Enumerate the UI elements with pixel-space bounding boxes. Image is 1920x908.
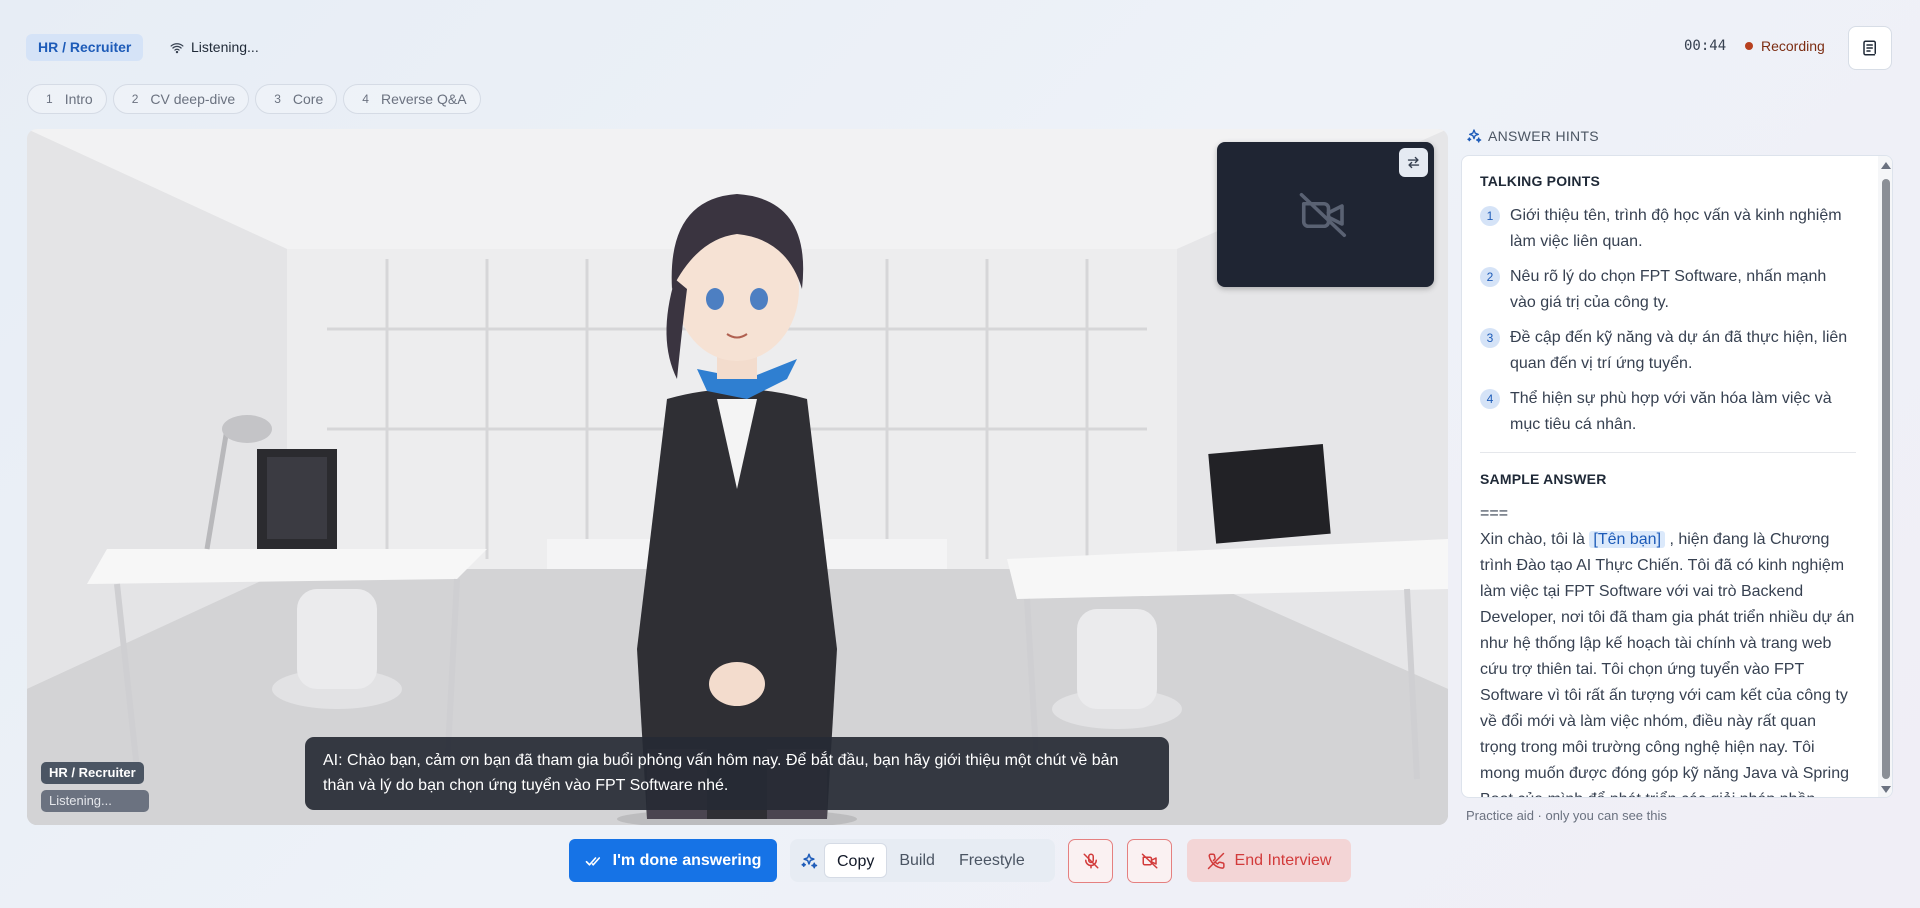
phone-off-icon: [1207, 852, 1225, 869]
sample-intro: Xin chào, tôi là: [1480, 531, 1590, 548]
interviewer-video-stage: HR / Recruiter Listening... AI: Chào bạn…: [27, 129, 1448, 825]
talking-point-text: Thể hiện sự phù hợp với văn hóa làm việc…: [1510, 390, 1832, 433]
talking-point: 1 Giới thiệu tên, trình độ học vấn và ki…: [1480, 203, 1856, 255]
step-number: 1: [46, 92, 53, 106]
scroll-down-arrow-icon[interactable]: [1881, 786, 1891, 793]
listening-label: Listening...: [191, 39, 259, 55]
mute-mic-button[interactable]: [1068, 839, 1113, 883]
mode-freestyle[interactable]: Freestyle: [947, 843, 1037, 878]
timer: 00:44: [1684, 38, 1727, 54]
answer-hints-header: ANSWER HINTS: [1466, 128, 1599, 144]
name-placeholder: [Tên bạn]: [1589, 531, 1666, 548]
listening-status: Listening...: [162, 34, 267, 61]
step-label: Reverse Q&A: [380, 91, 467, 107]
toggle-camera-button[interactable]: [1127, 839, 1172, 883]
sample-body: , hiện đang là Chương trình Đào tạo AI T…: [1480, 531, 1855, 797]
step-cv-deep-dive[interactable]: 2 CV deep-dive: [112, 84, 250, 114]
section-divider: [1480, 452, 1856, 453]
done-answering-label: I'm done answering: [612, 851, 762, 869]
hints-scroll-area[interactable]: TALKING POINTS 1 Giới thiệu tên, trình đ…: [1462, 156, 1874, 797]
role-badge: HR / Recruiter: [26, 34, 144, 61]
stage-status-tag: Listening...: [41, 790, 149, 812]
scroll-up-arrow-icon[interactable]: [1881, 162, 1891, 169]
sample-answer-title: SAMPLE ANSWER: [1480, 471, 1607, 487]
step-number: 3: [274, 92, 281, 106]
sample-separator: ===: [1480, 505, 1509, 522]
hints-scrollbar[interactable]: [1878, 156, 1892, 797]
mode-build[interactable]: Build: [887, 843, 947, 878]
talking-point: 2 Nêu rõ lý do chọn FPT Software, nhấn m…: [1480, 264, 1856, 316]
step-label: CV deep-dive: [150, 91, 236, 107]
talking-point: 4 Thể hiện sự phù hợp với văn hóa làm vi…: [1480, 386, 1856, 438]
swap-camera-button[interactable]: [1399, 148, 1428, 177]
notes-button[interactable]: [1848, 26, 1892, 70]
mic-off-icon: [1083, 853, 1098, 869]
talking-point: 3 Đề cập đến kỹ năng và dự án đã thực hi…: [1480, 325, 1856, 377]
talking-point-text: Giới thiệu tên, trình độ học vấn và kinh…: [1510, 207, 1842, 250]
step-core[interactable]: 3 Core: [255, 84, 338, 114]
step-intro[interactable]: 1 Intro: [27, 84, 107, 114]
camera-off-icon: [1299, 192, 1347, 238]
double-check-icon: [585, 856, 600, 866]
self-camera-preview: [1217, 142, 1434, 287]
practice-aid-note: Practice aid · only you can see this: [1466, 808, 1667, 823]
answer-mode-switch: Copy Build Freestyle: [790, 839, 1055, 882]
mode-copy[interactable]: Copy: [824, 843, 888, 878]
sample-answer-text: === Xin chào, tôi là [Tên bạn] , hiện đa…: [1480, 501, 1856, 797]
done-answering-button[interactable]: I'm done answering: [569, 839, 777, 882]
end-interview-label: End Interview: [1234, 851, 1332, 869]
talking-point-number: 4: [1480, 389, 1500, 409]
step-number: 2: [131, 92, 139, 106]
sparkles-icon: [1467, 129, 1482, 143]
recording-indicator: Recording: [1745, 38, 1825, 54]
step-label: Core: [292, 91, 324, 107]
step-number: 4: [362, 92, 369, 106]
talking-point-number: 3: [1480, 328, 1500, 348]
sparkles-icon: [801, 853, 818, 868]
talking-point-text: Nêu rõ lý do chọn FPT Software, nhấn mạn…: [1510, 268, 1827, 311]
recording-dot-icon: [1745, 42, 1753, 50]
recording-label: Recording: [1761, 38, 1825, 54]
talking-points-title: TALKING POINTS: [1480, 173, 1600, 189]
scrollbar-thumb[interactable]: [1882, 179, 1890, 779]
stage-role-tag: HR / Recruiter: [41, 762, 144, 784]
step-reverse-qa[interactable]: 4 Reverse Q&A: [343, 84, 481, 114]
interview-steps: 1 Intro 2 CV deep-dive 3 Core 4 Reverse …: [27, 84, 481, 114]
top-bar: HR / Recruiter Listening... 00:44 Record…: [0, 0, 1920, 95]
talking-point-text: Đề cập đến kỹ năng và dự án đã thực hiện…: [1510, 329, 1848, 372]
answer-hints-title: ANSWER HINTS: [1488, 128, 1599, 144]
answer-hints-panel[interactable]: TALKING POINTS 1 Giới thiệu tên, trình đ…: [1461, 155, 1893, 798]
ai-caption: AI: Chào bạn, cảm ơn bạn đã tham gia buổ…: [305, 737, 1169, 810]
camera-off-icon: [1141, 853, 1157, 869]
swap-icon: [1407, 156, 1420, 169]
talking-point-number: 1: [1480, 206, 1500, 226]
end-interview-button[interactable]: End Interview: [1187, 839, 1351, 882]
notes-icon: [1863, 40, 1876, 56]
step-label: Intro: [64, 91, 93, 107]
wifi-icon: [170, 42, 184, 53]
talking-point-number: 2: [1480, 267, 1500, 287]
